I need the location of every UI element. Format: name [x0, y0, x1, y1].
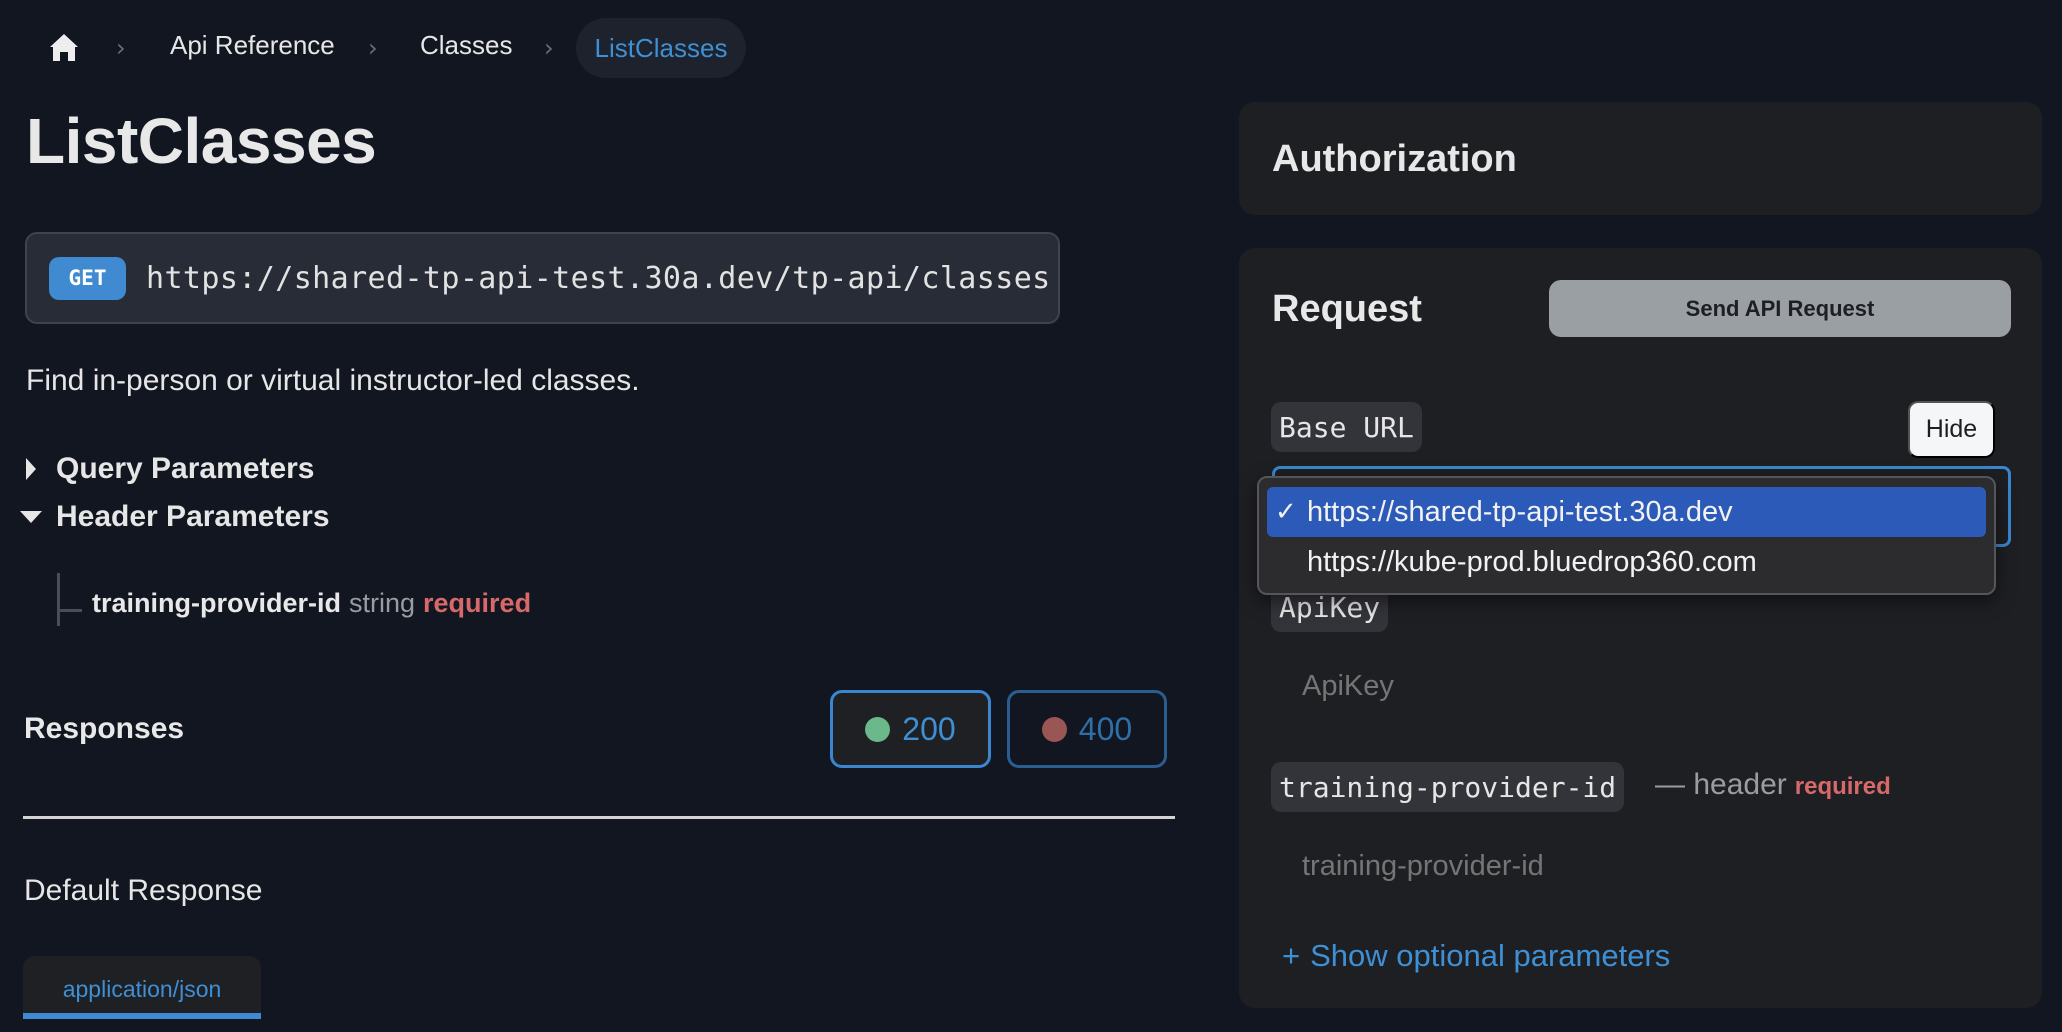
page-title: ListClasses	[26, 105, 377, 177]
param-required-badge: required	[423, 588, 532, 618]
endpoint-box: GET https://shared-tp-api-test.30a.dev/t…	[25, 232, 1060, 324]
param-location: — header	[1655, 768, 1787, 801]
status-dot-success-icon	[865, 716, 891, 742]
option-label: https://kube-prod.bluedrop360.com	[1307, 545, 1757, 578]
option-label: https://shared-tp-api-test.30a.dev	[1307, 495, 1733, 528]
chevron-right-icon: ›	[544, 34, 554, 62]
show-optional-parameters-link[interactable]: + Show optional parameters	[1282, 938, 1670, 974]
response-400-button[interactable]: 400	[1007, 690, 1167, 768]
base-url-option[interactable]: ✓ https://shared-tp-api-test.30a.dev	[1267, 487, 1986, 537]
send-api-request-button[interactable]: Send API Request	[1549, 280, 2011, 337]
breadcrumb-api-reference[interactable]: Api Reference	[170, 30, 335, 61]
base-url-label: Base URL	[1271, 402, 1422, 452]
checkmark-icon: ✓	[1275, 497, 1297, 527]
tree-branch	[57, 609, 82, 612]
base-url-dropdown: ✓ https://shared-tp-api-test.30a.dev htt…	[1257, 476, 1996, 595]
training-provider-id-meta: — header required	[1655, 768, 1891, 802]
plus-icon: +	[1282, 938, 1301, 973]
training-provider-id-input[interactable]	[1302, 850, 1982, 883]
header-param-row: training-provider-id string required	[92, 588, 531, 619]
method-badge: GET	[49, 256, 126, 300]
show-optional-label: Show optional parameters	[1310, 938, 1671, 973]
home-icon[interactable]	[50, 34, 78, 61]
responses-heading: Responses	[24, 712, 185, 745]
response-code: 200	[902, 710, 956, 747]
chevron-right-icon: ›	[368, 34, 378, 62]
response-200-button[interactable]: 200	[830, 690, 991, 768]
chevron-right-icon: ›	[116, 34, 126, 62]
training-provider-id-label: training-provider-id	[1271, 762, 1625, 812]
query-parameters-toggle[interactable]: Query Parameters	[20, 452, 315, 486]
status-dot-error-icon	[1041, 716, 1067, 742]
active-tab-indicator	[23, 1013, 261, 1019]
query-parameters-label: Query Parameters	[56, 452, 315, 485]
breadcrumb-current[interactable]: ListClasses	[576, 18, 746, 78]
default-response-label: Default Response	[24, 874, 263, 907]
authorization-title: Authorization	[1272, 138, 1517, 180]
breadcrumb-classes[interactable]: Classes	[420, 30, 512, 61]
tab-application-json[interactable]: application/json	[23, 956, 261, 1018]
param-name: training-provider-id	[92, 588, 341, 618]
base-url-option[interactable]: https://kube-prod.bluedrop360.com	[1267, 537, 1986, 587]
endpoint-description: Find in-person or virtual instructor-led…	[26, 364, 640, 397]
request-title: Request	[1272, 288, 1422, 330]
endpoint-url: https://shared-tp-api-test.30a.dev/tp-ap…	[146, 260, 1051, 296]
param-type: string	[349, 588, 416, 618]
divider	[23, 816, 1175, 819]
param-required-badge: required	[1794, 773, 1891, 800]
tree-line	[57, 573, 60, 626]
header-parameters-label: Header Parameters	[56, 500, 330, 533]
caret-right-icon	[26, 458, 36, 480]
apikey-input[interactable]	[1302, 670, 1982, 703]
caret-down-icon	[20, 511, 42, 523]
hide-button[interactable]: Hide	[1908, 401, 1995, 458]
response-code: 400	[1078, 710, 1133, 747]
header-parameters-toggle[interactable]: Header Parameters	[20, 500, 330, 534]
